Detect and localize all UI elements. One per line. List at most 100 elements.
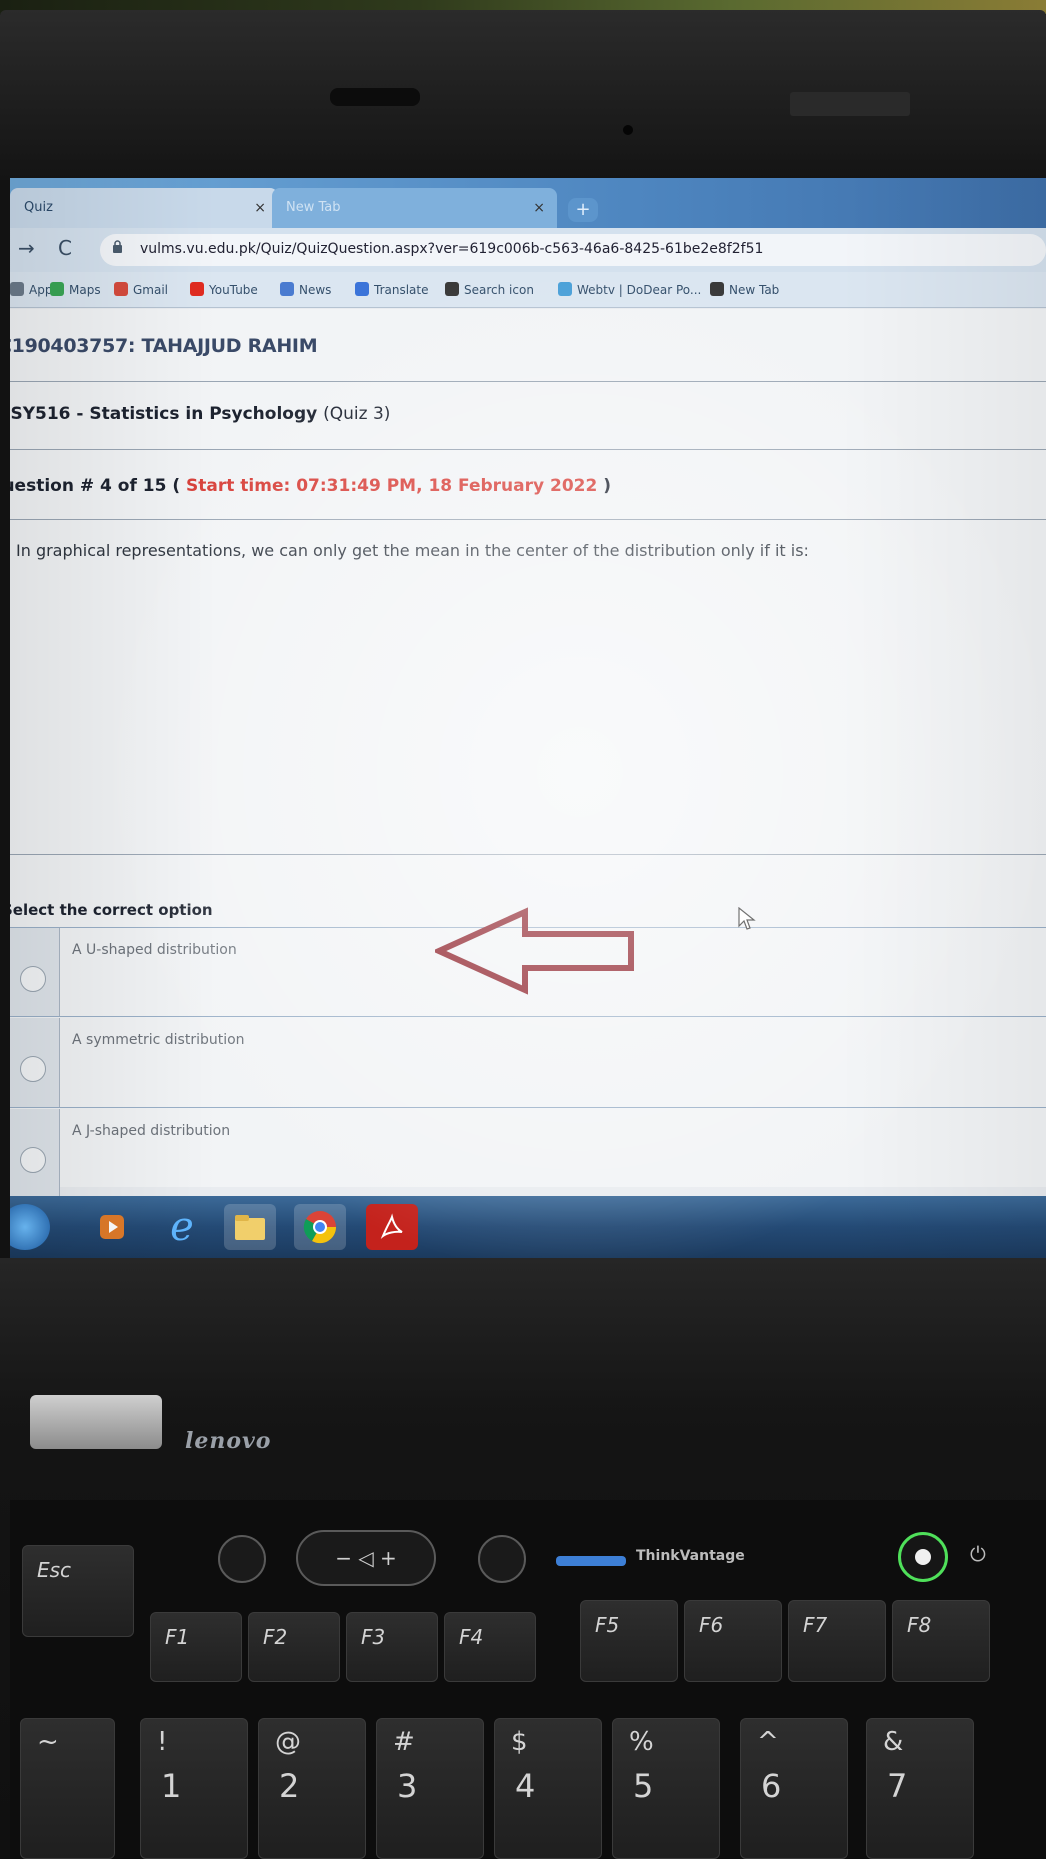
answer-option[interactable]: A J-shaped distribution [10, 1109, 1046, 1199]
close-icon[interactable]: × [254, 200, 266, 216]
bezel-badge [790, 92, 910, 116]
browser-tab-bar: Quiz × New Tab × + [10, 178, 1046, 228]
bookmark-translate[interactable]: Translate [355, 282, 429, 297]
key-number-3[interactable]: #3 [376, 1718, 484, 1859]
chrome-icon[interactable] [294, 1204, 346, 1250]
key-label: Esc [37, 1558, 72, 1582]
browser-toolbar: → C vulms.vu.edu.pk/Quiz/QuizQuestion.as… [10, 228, 1046, 272]
bookmark-label: Search icon [464, 283, 534, 297]
key-f1[interactable]: F1 [150, 1612, 242, 1682]
radio-button[interactable] [20, 1056, 46, 1082]
forward-arrow-icon[interactable]: → [18, 236, 35, 260]
media-player-icon[interactable] [90, 1204, 134, 1250]
question-text: In graphical representations, we can onl… [16, 541, 809, 560]
tab-new-tab[interactable]: New Tab × [272, 188, 557, 228]
key-digit: 4 [515, 1767, 536, 1805]
internet-explorer-icon[interactable]: e [156, 1204, 208, 1250]
divider [10, 381, 1046, 382]
windows-taskbar: e [10, 1196, 1046, 1258]
thinkvantage-label: ThinkVantage [636, 1548, 745, 1564]
bookmark-label: Maps [69, 283, 101, 297]
key-number-6[interactable]: ^ 6 [740, 1718, 848, 1859]
start-button[interactable] [10, 1204, 50, 1250]
key-label: F4 [459, 1625, 484, 1649]
tab-quiz[interactable]: Quiz × [10, 188, 278, 228]
option-label: A U-shaped distribution [72, 942, 237, 958]
divider [10, 854, 1046, 855]
key-f4[interactable]: F4 [444, 1612, 536, 1682]
key-f3[interactable]: F3 [346, 1612, 438, 1682]
bookmark-globe[interactable]: New Tab [710, 282, 779, 297]
thinkvantage-button[interactable] [556, 1556, 626, 1566]
acrobat-icon[interactable] [366, 1204, 418, 1250]
close-icon[interactable]: × [533, 200, 545, 216]
key-number-1[interactable]: ! 1 [140, 1718, 248, 1859]
webtv-icon [558, 282, 572, 296]
globe-icon [710, 282, 724, 296]
bookmark-youtube[interactable]: YouTube [190, 282, 258, 297]
key-symbol: @ [275, 1727, 301, 1757]
bookmark-webtv[interactable]: Webtv | DoDear Po... [558, 282, 701, 297]
key-number-5[interactable]: % 5 [612, 1718, 720, 1859]
course-title: PSY516 - Statistics in Psychology (Quiz … [10, 404, 391, 424]
reload-icon[interactable]: C [58, 236, 72, 260]
key-f5[interactable]: F5 [580, 1600, 678, 1682]
key-number-tilde[interactable]: ~ [20, 1718, 115, 1859]
key-digit: 7 [887, 1767, 908, 1805]
bezel-slot [330, 88, 420, 106]
new-tab-button[interactable]: + [568, 198, 598, 222]
key-number-7[interactable]: & 7 [866, 1718, 974, 1859]
answer-option[interactable]: A symmetric distribution [10, 1018, 1046, 1108]
key-f6[interactable]: F6 [684, 1600, 782, 1682]
bookmark-gmail[interactable]: Gmail [114, 282, 168, 297]
key-digit: 1 [161, 1767, 182, 1805]
radio-button[interactable] [20, 1147, 46, 1173]
option-label: A symmetric distribution [72, 1032, 245, 1048]
laptop-hinge [0, 1258, 1046, 1403]
key-symbol: % [629, 1727, 654, 1757]
mic-mute-button[interactable] [478, 1535, 526, 1583]
radio-button[interactable] [20, 966, 46, 992]
maps-icon [50, 282, 64, 296]
option-gutter [10, 1018, 60, 1107]
mouse-cursor-icon [738, 907, 756, 930]
key-label: F2 [263, 1625, 288, 1649]
power-button[interactable] [898, 1532, 948, 1582]
file-explorer-icon[interactable] [224, 1204, 276, 1250]
bookmark-label: News [299, 283, 332, 297]
key-number-2[interactable]: @2 [258, 1718, 366, 1859]
bookmark-search[interactable]: Search icon [445, 282, 534, 297]
bookmark-news[interactable]: News [280, 282, 331, 297]
divider [10, 519, 1046, 520]
key-f7[interactable]: F7 [788, 1600, 886, 1682]
select-option-label: Select the correct option [10, 901, 213, 919]
key-digit: 5 [633, 1767, 654, 1805]
address-bar[interactable]: vulms.vu.edu.pk/Quiz/QuizQuestion.aspx?v… [100, 234, 1046, 266]
key-f8[interactable]: F8 [892, 1600, 990, 1682]
key-label: F8 [907, 1613, 932, 1637]
lenovo-logo: lenovo [185, 1428, 272, 1454]
key-label: F7 [803, 1613, 828, 1637]
apps-icon [10, 282, 24, 296]
divider [10, 449, 1046, 450]
key-symbol: ~ [37, 1727, 59, 1757]
key-symbol: & [883, 1727, 904, 1757]
mute-button[interactable] [218, 1535, 266, 1583]
url-text: vulms.vu.edu.pk/Quiz/QuizQuestion.aspx?v… [140, 241, 764, 257]
key-digit: 2 [279, 1767, 300, 1805]
key-digit: 6 [761, 1767, 782, 1805]
option-gutter [10, 928, 60, 1016]
key-f2[interactable]: F2 [248, 1612, 340, 1682]
bookmark-label: Gmail [133, 283, 169, 297]
news-icon [280, 282, 294, 296]
key-symbol: ! [157, 1727, 168, 1757]
translate-icon [355, 282, 369, 296]
annotation-arrow-icon [435, 907, 634, 995]
laptop-screen: Quiz × New Tab × + → C vulms.vu.edu.pk/Q… [10, 178, 1046, 1258]
key-number-4[interactable]: $4 [494, 1718, 602, 1859]
bookmark-label: YouTube [209, 283, 258, 297]
key-esc[interactable]: Esc [22, 1545, 134, 1637]
youtube-icon [190, 282, 204, 296]
bookmark-maps[interactable]: Maps [50, 282, 101, 297]
volume-rocker[interactable]: − ◁ + [296, 1530, 436, 1586]
